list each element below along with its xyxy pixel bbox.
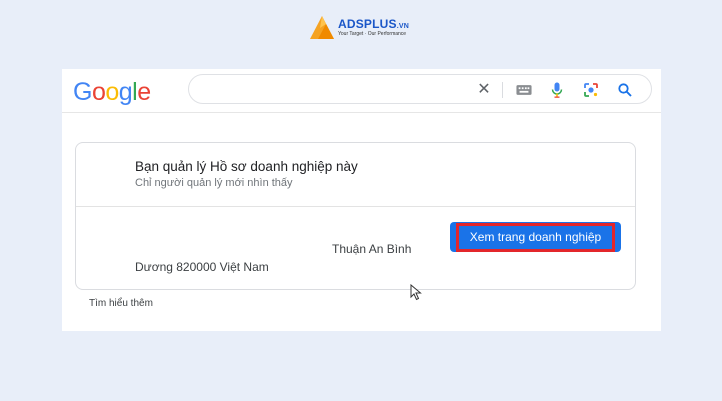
microphone-icon[interactable] (549, 82, 565, 98)
card-header: Bạn quản lý Hồ sơ doanh nghiệp này Chỉ n… (76, 143, 635, 207)
address-line-1: Thuận An Bình (332, 242, 412, 256)
google-results-panel: Google ✕ Bạn quản lý Hồ sơ doanh nghiệp … (62, 69, 661, 331)
search-box[interactable]: ✕ (188, 74, 652, 104)
google-logo-letter: g (118, 78, 133, 106)
google-topbar: Google ✕ (62, 69, 661, 113)
google-logo-letter: o (105, 78, 119, 106)
card-subtitle: Chỉ người quản lý mới nhìn thấy (135, 177, 293, 189)
lens-icon[interactable] (583, 82, 599, 98)
brand-name: ADSPLUS (338, 16, 397, 31)
close-icon[interactable]: ✕ (476, 82, 492, 98)
learn-more-link[interactable]: Tìm hiểu thêm (89, 298, 153, 309)
brand-suffix: .VN (396, 22, 410, 30)
google-logo[interactable]: Google (73, 78, 151, 107)
brand-tagline: Your Target · Our Performance (338, 30, 407, 37)
search-icon[interactable] (617, 82, 633, 98)
keyboard-icon[interactable] (516, 82, 532, 98)
google-logo-letter: e (137, 78, 151, 106)
search-divider (502, 82, 503, 98)
business-profile-card: Bạn quản lý Hồ sơ doanh nghiệp này Chỉ n… (75, 142, 636, 290)
google-logo-letter: o (91, 78, 106, 106)
mouse-cursor-icon (410, 283, 422, 306)
card-title: Bạn quản lý Hồ sơ doanh nghiệp này (135, 159, 358, 174)
view-business-page-button[interactable]: Xem trang doanh nghiệp (450, 222, 621, 252)
google-logo-letter: G (73, 78, 92, 106)
adsplus-logo-mark (309, 14, 335, 40)
adsplus-logo: ADSPLUS.VN Your Target · Our Performance (309, 13, 409, 41)
address-line-2: Dương 820000 Việt Nam (135, 260, 269, 274)
